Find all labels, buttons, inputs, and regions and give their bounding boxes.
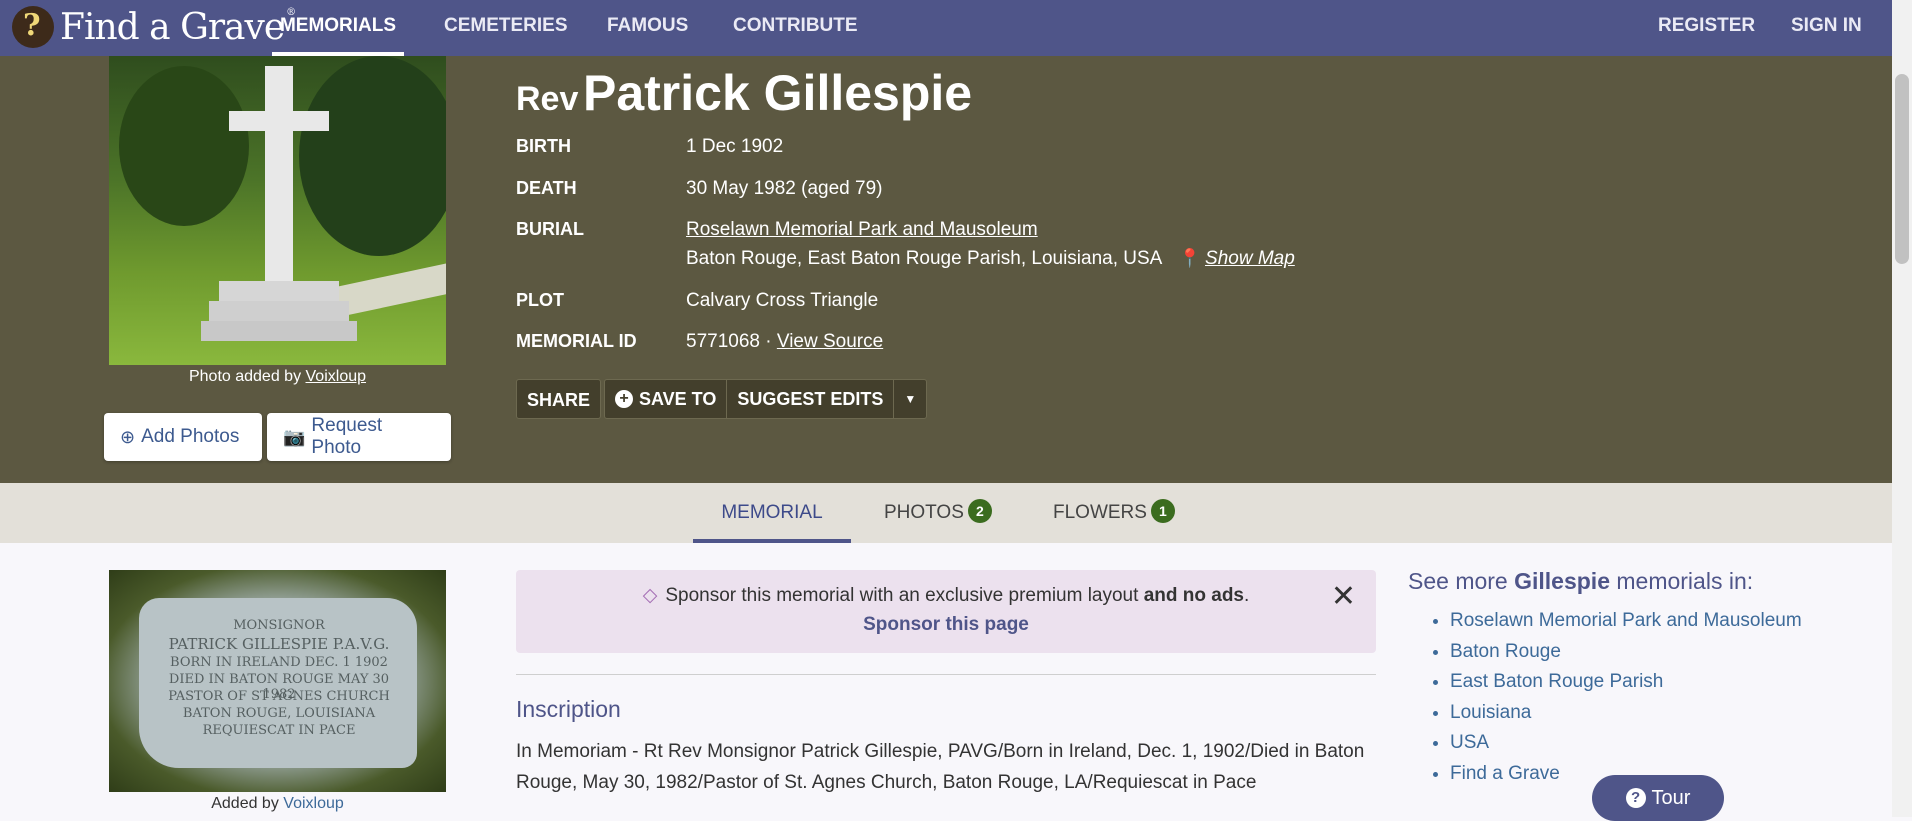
sponsor-page-link[interactable]: Sponsor this page xyxy=(516,614,1376,636)
gravestone-photo-credit: Added by Voixloup xyxy=(211,795,344,812)
see-more-heading: See more Gillespie memorials in: xyxy=(1408,568,1754,594)
see-more-item[interactable]: Roselawn Memorial Park and Mausoleum xyxy=(1450,606,1802,637)
flowers-count-badge: 1 xyxy=(1150,499,1175,523)
page-scrollbar[interactable] xyxy=(1892,0,1912,817)
memorial-hero: Photo added by Voixloup ⊕ Add Photos 📷 R… xyxy=(0,56,1892,483)
request-photo-button[interactable]: 📷 Request Photo xyxy=(267,413,451,461)
burial-label: BURIAL xyxy=(516,219,584,239)
nav-cemeteries[interactable]: CEMETERIES xyxy=(444,0,568,56)
close-icon[interactable]: ✕ xyxy=(1331,582,1356,612)
memorial-id-label: MEMORIAL ID xyxy=(516,331,637,351)
logo-icon xyxy=(12,6,54,48)
memorial-name: Patrick Gillespie xyxy=(583,65,973,121)
plus-circle-icon: ⊕ xyxy=(120,426,136,447)
gravestone-photo[interactable]: MONSIGNOR PATRICK GILLESPIE P.A.V.G. BOR… xyxy=(109,570,446,792)
sponsor-banner: ◇ Sponsor this memorial with an exclusive… xyxy=(516,570,1376,653)
see-more-item[interactable]: Baton Rouge xyxy=(1450,637,1802,668)
death-value: 30 May 1982 (aged 79) xyxy=(686,178,883,199)
photo-credit: Photo added by Voixloup xyxy=(188,368,367,385)
gravestone-credit-user-link[interactable]: Voixloup xyxy=(283,795,344,812)
see-more-item[interactable]: USA xyxy=(1450,728,1802,759)
inscription-heading: Inscription xyxy=(516,696,621,722)
sponsor-message: ◇ Sponsor this memorial with an exclusive… xyxy=(642,585,1250,606)
nav-memorials[interactable]: MEMORIALS xyxy=(272,0,404,56)
nav-famous[interactable]: FAMOUS xyxy=(607,0,688,56)
see-more-list: Roselawn Memorial Park and Mausoleum Bat… xyxy=(1408,606,1802,789)
caret-down-icon: ▼ xyxy=(904,392,917,406)
sign-in-link[interactable]: SIGN IN xyxy=(1791,0,1862,56)
find-a-grave-logo[interactable]: Find a Grave® xyxy=(12,2,296,52)
plot-value: Calvary Cross Triangle xyxy=(686,290,879,311)
view-source-link[interactable]: View Source xyxy=(777,331,883,352)
question-icon: ? xyxy=(1625,788,1646,808)
memorial-tabs: MEMORIAL PHOTOS 2 FLOWERS 1 xyxy=(0,483,1892,543)
register-link[interactable]: REGISTER xyxy=(1658,0,1755,56)
tab-flowers[interactable]: FLOWERS 1 xyxy=(1053,483,1175,543)
share-button[interactable]: SHARE xyxy=(516,379,602,419)
cemetery-link[interactable]: Roselawn Memorial Park and Mausoleum xyxy=(686,219,1038,240)
memorial-actions: + SAVE TO SUGGEST EDITS ▼ xyxy=(604,379,928,419)
plot-label: PLOT xyxy=(516,290,564,310)
save-to-button[interactable]: + SAVE TO xyxy=(605,380,728,418)
photo-credit-user-link[interactable]: Voixloup xyxy=(306,368,367,385)
map-pin-icon: 📍 xyxy=(1178,248,1202,268)
burial-location: Baton Rouge, East Baton Rouge Parish, Lo… xyxy=(686,248,1295,269)
add-photos-button[interactable]: ⊕ Add Photos xyxy=(104,413,262,461)
death-label: DEATH xyxy=(516,178,577,198)
tour-button[interactable]: ? Tour xyxy=(1592,775,1724,821)
logo-text: Find a Grave ® xyxy=(60,6,296,48)
birth-value: 1 Dec 1902 xyxy=(686,136,784,157)
inscription-text: In Memoriam - Rt Rev Monsignor Patrick G… xyxy=(516,741,1365,793)
burial-cemetery: Roselawn Memorial Park and Mausoleum xyxy=(686,219,1038,241)
tab-photos[interactable]: PHOTOS 2 xyxy=(884,483,992,543)
photos-count-badge: 2 xyxy=(967,499,992,523)
show-map-link[interactable]: Show Map xyxy=(1205,248,1295,269)
memorial-id-value: 5771068 · View Source xyxy=(686,331,884,352)
more-actions-dropdown[interactable]: ▼ xyxy=(894,380,926,418)
see-more-item[interactable]: Louisiana xyxy=(1450,698,1802,729)
birth-label: BIRTH xyxy=(516,136,571,156)
memorial-photo[interactable] xyxy=(109,56,446,365)
diamond-icon: ◇ xyxy=(642,585,658,606)
nav-contribute[interactable]: CONTRIBUTE xyxy=(733,0,858,56)
top-nav: Find a Grave® MEMORIALS CEMETERIES FAMOU… xyxy=(0,0,1892,56)
see-more-item[interactable]: East Baton Rouge Parish xyxy=(1450,667,1802,698)
camera-icon: 📷 xyxy=(283,426,306,447)
scrollbar-thumb[interactable] xyxy=(1895,74,1909,264)
tab-memorial[interactable]: MEMORIAL xyxy=(693,483,851,543)
suggest-edits-button[interactable]: SUGGEST EDITS xyxy=(727,380,895,418)
divider xyxy=(516,674,1376,675)
plus-circle-icon: + xyxy=(615,390,633,408)
name-prefix: Rev xyxy=(516,80,579,118)
